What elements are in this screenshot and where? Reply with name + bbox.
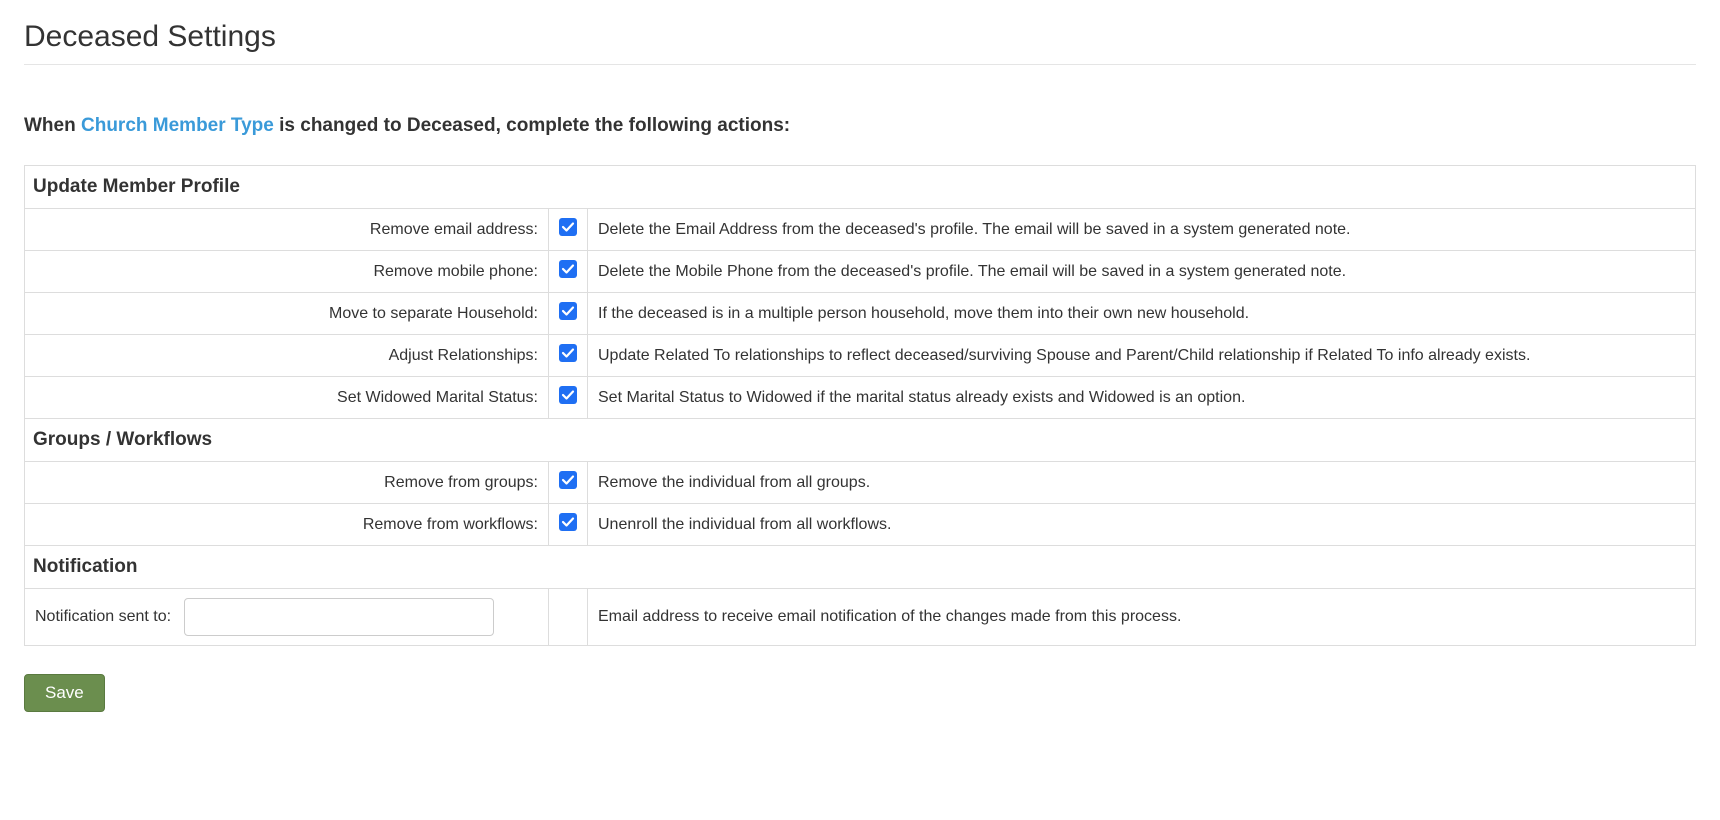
settings-table: Update Member Profile Remove email addre… [24, 165, 1696, 646]
setting-desc: Update Related To relationships to refle… [588, 335, 1696, 377]
page-title: Deceased Settings [24, 20, 1696, 65]
move-household-checkbox[interactable] [559, 302, 577, 320]
setting-desc: Unenroll the individual from all workflo… [588, 504, 1696, 546]
remove-workflows-checkbox[interactable] [559, 513, 577, 531]
church-member-type-link[interactable]: Church Member Type [81, 115, 274, 136]
setting-desc: Delete the Mobile Phone from the decease… [588, 251, 1696, 293]
setting-label: Adjust Relationships: [25, 335, 549, 377]
check-icon [561, 473, 575, 487]
remove-email-checkbox[interactable] [559, 218, 577, 236]
check-icon [561, 388, 575, 402]
setting-row-notification: Notification sent to: Email address to r… [25, 589, 1696, 646]
setting-label: Move to separate Household: [25, 293, 549, 335]
setting-desc: Set Marital Status to Widowed if the mar… [588, 377, 1696, 419]
setting-label: Remove from workflows: [25, 504, 549, 546]
check-icon [561, 262, 575, 276]
set-widowed-checkbox[interactable] [559, 386, 577, 404]
setting-label: Set Widowed Marital Status: [25, 377, 549, 419]
check-icon [561, 346, 575, 360]
setting-row-move-household: Move to separate Household: If the decea… [25, 293, 1696, 335]
intro-text: When Church Member Type is changed to De… [24, 115, 1696, 137]
setting-row-remove-workflows: Remove from workflows: Unenroll the indi… [25, 504, 1696, 546]
section-header-groups-workflows: Groups / Workflows [25, 419, 1696, 462]
section-header-notification: Notification [25, 546, 1696, 589]
setting-desc: Email address to receive email notificat… [588, 589, 1696, 646]
remove-phone-checkbox[interactable] [559, 260, 577, 278]
remove-groups-checkbox[interactable] [559, 471, 577, 489]
check-icon [561, 515, 575, 529]
setting-row-remove-phone: Remove mobile phone: Delete the Mobile P… [25, 251, 1696, 293]
intro-suffix: is changed to Deceased, complete the fol… [274, 115, 790, 136]
notification-email-input[interactable] [184, 598, 494, 636]
section-header-update-member-profile: Update Member Profile [25, 166, 1696, 209]
section-header-label: Notification [25, 546, 1696, 589]
notification-empty-cell [549, 589, 588, 646]
setting-row-adjust-relationships: Adjust Relationships: Update Related To … [25, 335, 1696, 377]
section-header-label: Groups / Workflows [25, 419, 1696, 462]
intro-prefix: When [24, 115, 81, 136]
setting-desc: If the deceased is in a multiple person … [588, 293, 1696, 335]
setting-label: Remove from groups: [25, 462, 549, 504]
check-icon [561, 304, 575, 318]
setting-label: Remove email address: [25, 209, 549, 251]
setting-label: Remove mobile phone: [25, 251, 549, 293]
setting-row-set-widowed: Set Widowed Marital Status: Set Marital … [25, 377, 1696, 419]
setting-desc: Delete the Email Address from the deceas… [588, 209, 1696, 251]
setting-desc: Remove the individual from all groups. [588, 462, 1696, 504]
adjust-relationships-checkbox[interactable] [559, 344, 577, 362]
check-icon [561, 220, 575, 234]
section-header-label: Update Member Profile [25, 166, 1696, 209]
save-button[interactable]: Save [24, 674, 105, 712]
setting-row-remove-groups: Remove from groups: Remove the individua… [25, 462, 1696, 504]
notification-label: Notification sent to: [35, 608, 171, 625]
setting-row-remove-email: Remove email address: Delete the Email A… [25, 209, 1696, 251]
